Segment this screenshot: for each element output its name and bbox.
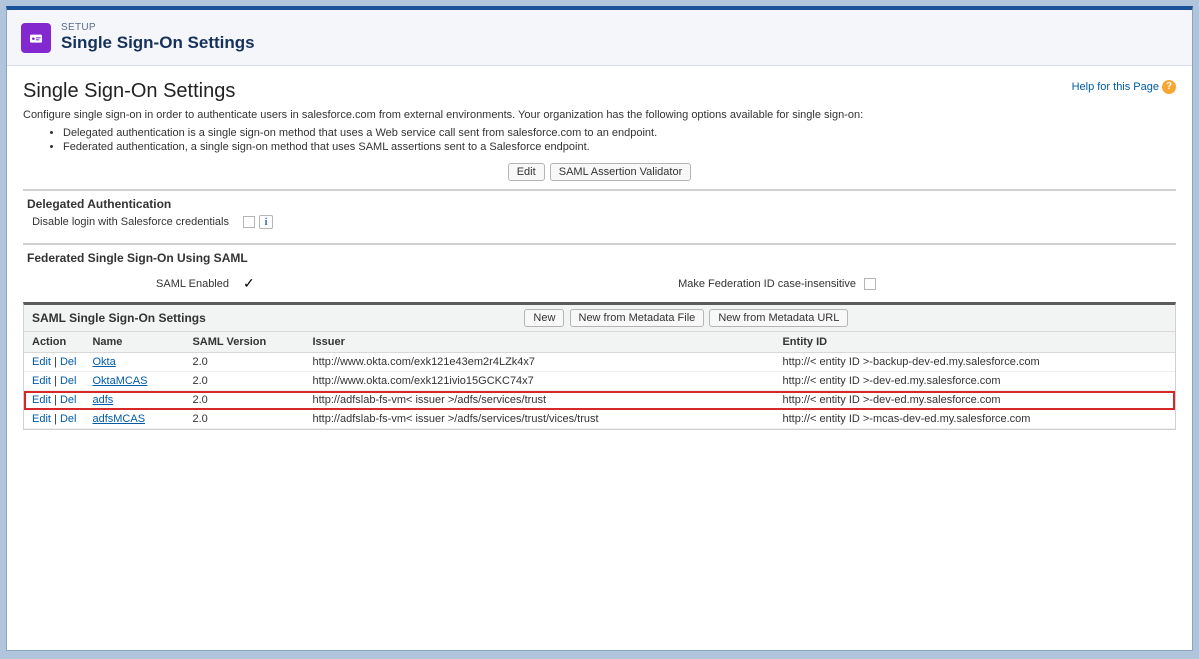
info-icon[interactable]: i xyxy=(259,215,273,229)
header-title: Single Sign-On Settings xyxy=(61,33,255,53)
entity-cell: http://< entity ID >-dev-ed.my.salesforc… xyxy=(774,391,1175,410)
saml-panel-title: SAML Single Sign-On Settings xyxy=(32,311,206,325)
version-cell: 2.0 xyxy=(184,410,304,429)
new-button[interactable]: New xyxy=(524,309,564,327)
issuer-cell: http://www.okta.com/exk121ivio15GCKC74x7 xyxy=(304,372,774,391)
setup-header: SETUP Single Sign-On Settings xyxy=(7,10,1192,66)
edit-link[interactable]: Edit xyxy=(32,394,51,406)
saml-table: Action Name SAML Version Issuer Entity I… xyxy=(24,332,1175,429)
table-row: Edit | DelOkta2.0http://www.okta.com/exk… xyxy=(24,353,1175,372)
intro-text: Configure single sign-on in order to aut… xyxy=(23,109,1176,121)
sso-icon xyxy=(21,23,51,53)
intro-list: Delegated authentication is a single sig… xyxy=(63,127,1176,153)
edit-link[interactable]: Edit xyxy=(32,413,51,425)
th-entity: Entity ID xyxy=(774,332,1175,353)
new-from-url-button[interactable]: New from Metadata URL xyxy=(709,309,848,327)
intro-bullet: Federated authentication, a single sign-… xyxy=(63,141,1176,153)
help-icon: ? xyxy=(1162,80,1176,94)
issuer-cell: http://adfslab-fs-vm< issuer >/adfs/serv… xyxy=(304,410,774,429)
table-row: Edit | DeladfsMCAS2.0http://adfslab-fs-v… xyxy=(24,410,1175,429)
page-title: Single Sign-On Settings xyxy=(23,80,235,103)
edit-link[interactable]: Edit xyxy=(32,356,51,368)
del-link[interactable]: Del xyxy=(60,413,77,425)
issuer-cell: http://adfslab-fs-vm< issuer >/adfs/serv… xyxy=(304,391,774,410)
edit-button[interactable]: Edit xyxy=(508,163,545,181)
th-action: Action xyxy=(24,332,84,353)
version-cell: 2.0 xyxy=(184,353,304,372)
saml-validator-button[interactable]: SAML Assertion Validator xyxy=(550,163,692,181)
th-name: Name xyxy=(84,332,184,353)
th-issuer: Issuer xyxy=(304,332,774,353)
federation-case-label: Make Federation ID case-insensitive xyxy=(678,278,856,290)
name-link[interactable]: OktaMCAS xyxy=(92,375,147,387)
header-kicker: SETUP xyxy=(61,22,255,33)
th-version: SAML Version xyxy=(184,332,304,353)
federated-heading: Federated Single Sign-On Using SAML xyxy=(23,245,1176,269)
name-link[interactable]: adfs xyxy=(92,394,113,406)
del-link[interactable]: Del xyxy=(60,394,77,406)
delegated-auth-heading: Delegated Authentication xyxy=(23,191,1176,215)
help-link[interactable]: Help for this Page ? xyxy=(1072,80,1176,94)
version-cell: 2.0 xyxy=(184,372,304,391)
version-cell: 2.0 xyxy=(184,391,304,410)
issuer-cell: http://www.okta.com/exk121e43em2r4LZk4x7 xyxy=(304,353,774,372)
help-link-text: Help for this Page xyxy=(1072,81,1159,93)
entity-cell: http://< entity ID >-mcas-dev-ed.my.sale… xyxy=(774,410,1175,429)
checkmark-icon: ✓ xyxy=(243,275,255,292)
table-row: Edit | DelOktaMCAS2.0http://www.okta.com… xyxy=(24,372,1175,391)
del-link[interactable]: Del xyxy=(60,356,77,368)
del-link[interactable]: Del xyxy=(60,375,77,387)
disable-login-label: Disable login with Salesforce credential… xyxy=(23,216,243,228)
saml-enabled-label: SAML Enabled xyxy=(23,278,243,290)
table-row: Edit | Deladfs2.0http://adfslab-fs-vm< i… xyxy=(24,391,1175,410)
federation-case-checkbox[interactable] xyxy=(864,278,876,290)
name-link[interactable]: adfsMCAS xyxy=(92,413,145,425)
name-link[interactable]: Okta xyxy=(92,356,115,368)
entity-cell: http://< entity ID >-dev-ed.my.salesforc… xyxy=(774,372,1175,391)
new-from-file-button[interactable]: New from Metadata File xyxy=(570,309,705,327)
intro-bullet: Delegated authentication is a single sig… xyxy=(63,127,1176,139)
edit-link[interactable]: Edit xyxy=(32,375,51,387)
saml-settings-panel: SAML Single Sign-On Settings New New fro… xyxy=(23,302,1176,430)
disable-login-checkbox[interactable] xyxy=(243,216,255,228)
entity-cell: http://< entity ID >-backup-dev-ed.my.sa… xyxy=(774,353,1175,372)
